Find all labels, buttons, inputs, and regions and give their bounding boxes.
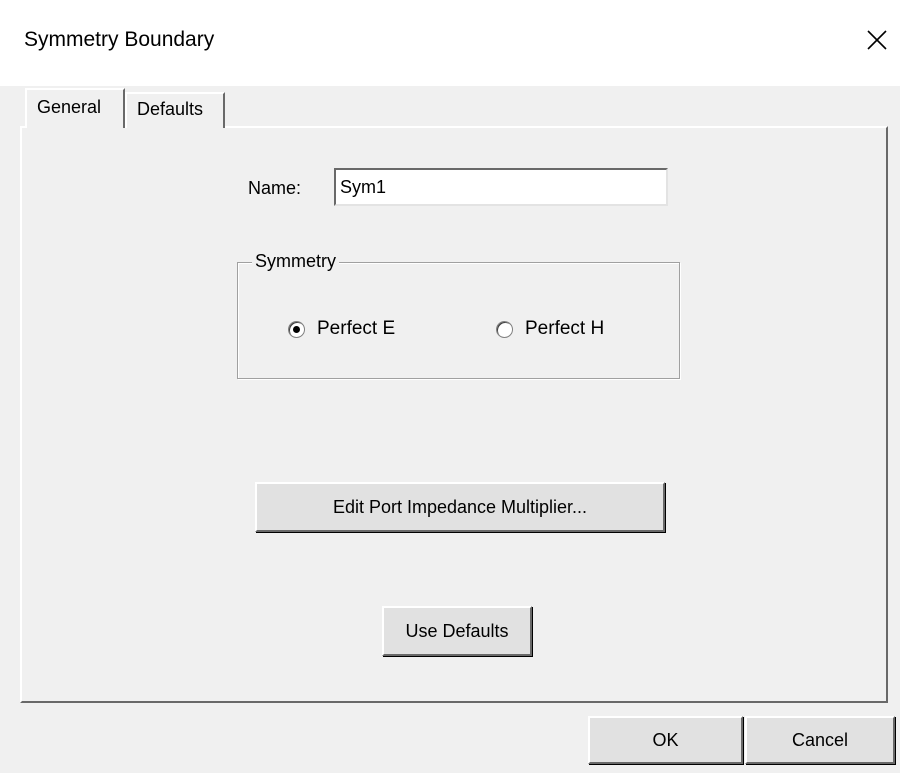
title-bar: Symmetry Boundary <box>0 0 900 86</box>
symmetry-boundary-dialog: Symmetry Boundary General Defaults Name:… <box>0 0 900 773</box>
name-label: Name: <box>248 178 302 198</box>
tab-general-label: General <box>37 97 102 117</box>
perfect-e-label: Perfect E <box>317 318 396 339</box>
window-title: Symmetry Boundary <box>24 28 215 51</box>
radio-checked-icon <box>288 320 305 338</box>
cancel-button[interactable]: Cancel <box>745 716 895 764</box>
name-input[interactable] <box>334 168 668 206</box>
close-button[interactable] <box>854 18 900 62</box>
tab-defaults-label: Defaults <box>137 99 204 119</box>
edit-port-impedance-multiplier-button[interactable]: Edit Port Impedance Multiplier... <box>255 482 665 532</box>
tab-general[interactable]: General <box>25 88 125 128</box>
ok-button[interactable]: OK <box>588 716 743 764</box>
close-icon <box>867 30 887 50</box>
use-defaults-button[interactable]: Use Defaults <box>382 606 532 656</box>
tab-defaults[interactable]: Defaults <box>125 92 225 128</box>
perfect-h-radio[interactable]: Perfect H <box>496 318 604 340</box>
radio-unchecked-icon <box>496 320 513 338</box>
perfect-h-label: Perfect H <box>525 318 605 339</box>
symmetry-group-label: Symmetry <box>252 251 339 272</box>
perfect-e-radio[interactable]: Perfect E <box>288 318 395 340</box>
